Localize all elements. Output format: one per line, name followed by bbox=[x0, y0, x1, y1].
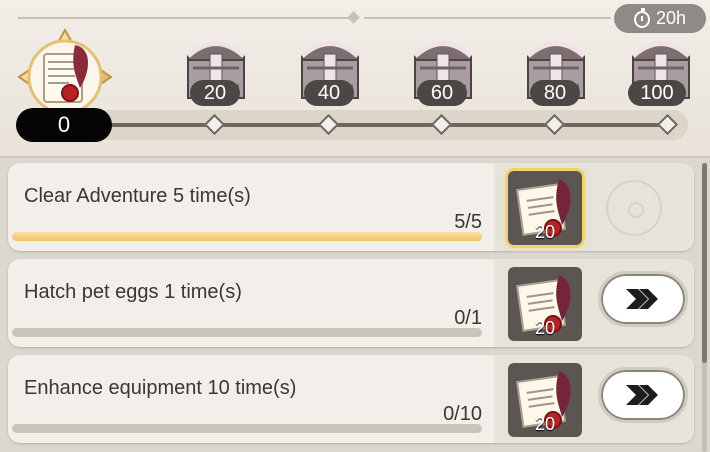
double-chevron-right-icon bbox=[626, 385, 658, 405]
milestone-value: 80 bbox=[530, 80, 580, 106]
milestone-value: 60 bbox=[417, 80, 467, 106]
task-progress-bar bbox=[12, 328, 482, 337]
reward-count: 20 bbox=[534, 414, 556, 434]
task-progress-count: 0/10 bbox=[443, 403, 482, 425]
reward-count: 20 bbox=[534, 222, 556, 242]
task-progress-bar bbox=[12, 232, 482, 241]
task-row-hatch-eggs: Hatch pet eggs 1 time(s) 0/1 20 bbox=[8, 259, 694, 347]
header-divider-right bbox=[364, 17, 611, 19]
timer-badge: 20h bbox=[614, 4, 706, 33]
current-points: 0 bbox=[16, 108, 112, 142]
milestone-value: 100 bbox=[628, 80, 686, 106]
task-row-clear-adventure: Clear Adventure 5 time(s) 5/5 20 bbox=[8, 163, 694, 251]
task-progress-bar bbox=[12, 424, 482, 433]
claimed-icon bbox=[606, 180, 662, 236]
task-title: Clear Adventure 5 time(s) bbox=[24, 185, 251, 207]
task-title: Hatch pet eggs 1 time(s) bbox=[24, 281, 242, 303]
milestone-value: 20 bbox=[190, 80, 240, 106]
task-progress-count: 0/1 bbox=[454, 307, 482, 329]
task-progress-fill bbox=[12, 232, 482, 241]
timer-icon bbox=[633, 8, 650, 28]
go-button[interactable] bbox=[598, 367, 688, 423]
milestone-value: 40 bbox=[304, 80, 354, 106]
double-chevron-right-icon bbox=[626, 289, 658, 309]
header-divider-left bbox=[18, 17, 350, 19]
reward-count: 20 bbox=[534, 318, 556, 338]
task-row-enhance-equipment: Enhance equipment 10 time(s) 0/10 20 bbox=[8, 355, 694, 443]
reward-item: 20 bbox=[508, 171, 582, 245]
task-title: Enhance equipment 10 time(s) bbox=[24, 377, 297, 399]
list-scroll-thumb[interactable] bbox=[702, 163, 707, 363]
milestone-track-line bbox=[100, 123, 672, 127]
reward-item: 20 bbox=[508, 267, 582, 341]
timer-text: 20h bbox=[655, 8, 687, 28]
task-progress-count: 5/5 bbox=[454, 211, 482, 233]
reward-item: 20 bbox=[508, 363, 582, 437]
go-button[interactable] bbox=[598, 271, 688, 327]
